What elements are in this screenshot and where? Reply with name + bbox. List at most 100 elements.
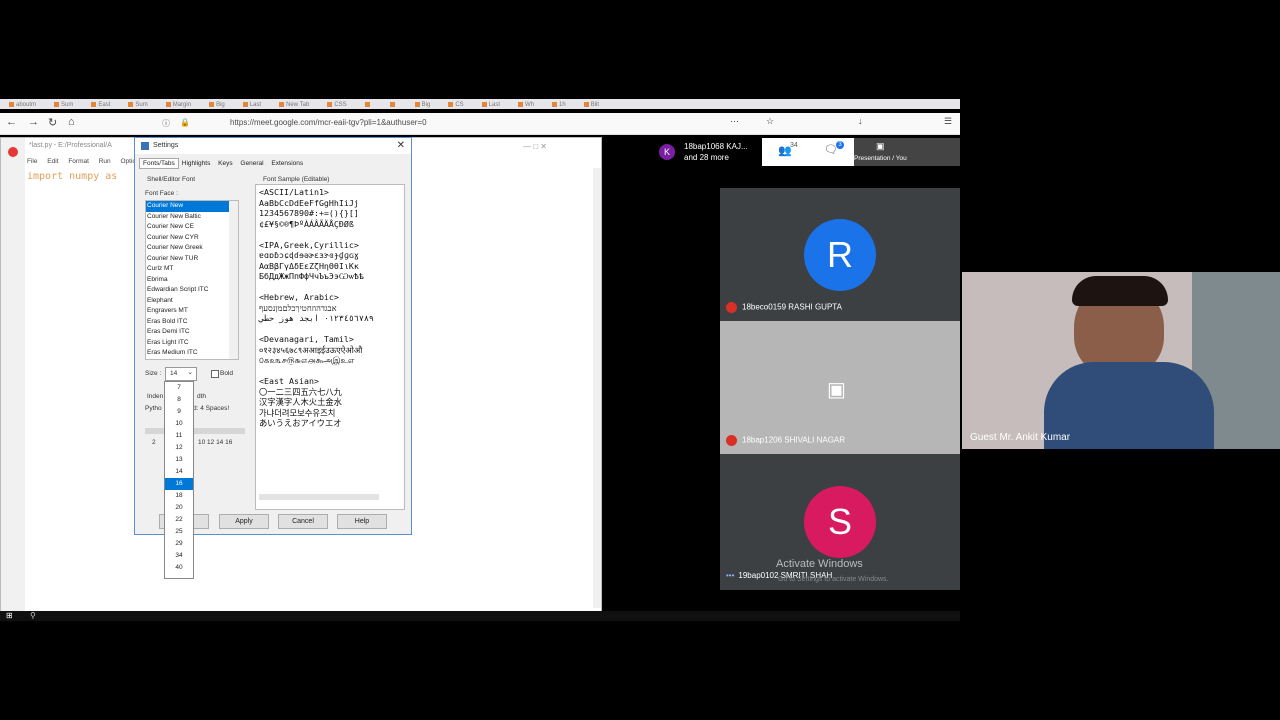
browser-tab[interactable]: CS [439, 101, 472, 108]
menu-format[interactable]: Format [68, 158, 89, 165]
forward-icon[interactable]: → [28, 116, 39, 128]
back-icon[interactable]: ← [6, 116, 17, 128]
size-option[interactable]: 14 [165, 466, 193, 478]
font-sample-box[interactable]: <ASCII/Latin1> AaBbCcDdEeFfGgHhIiJj 1234… [255, 184, 405, 510]
font-sample-text[interactable]: <ASCII/Latin1> AaBbCcDdEeFfGgHhIiJj 1234… [256, 185, 404, 431]
sample-h-scrollbar[interactable] [259, 494, 379, 500]
participant-name: 18beco0159 RASHI GUPTA [742, 302, 842, 312]
size-option[interactable]: 7 [165, 382, 193, 394]
indent-label-tail: dth [197, 393, 207, 400]
size-option[interactable]: 40 [165, 562, 193, 574]
browser-tab[interactable]: Last [234, 101, 270, 108]
browser-tab[interactable]: Wh [509, 101, 543, 108]
browser-tab[interactable] [381, 101, 406, 108]
size-option[interactable]: 12 [165, 442, 193, 454]
participant-tile-smriti[interactable]: S Activate Windows ••• 19bap0102 SMRITI S… [720, 454, 960, 590]
menu-run[interactable]: Run [99, 158, 111, 165]
browser-nav-bar: ← → ↻ ⌂ 🔒 ⓘ https://meet.google.com/mcr-… [0, 113, 960, 135]
font-item[interactable]: Ebrima [146, 275, 238, 286]
browser-tab[interactable]: Last [473, 101, 509, 108]
browser-tab[interactable]: aboutm [0, 101, 45, 108]
browser-tab[interactable]: Sum [45, 101, 82, 108]
tab-fonts-tabs[interactable]: Fonts/Tabs [139, 158, 179, 169]
size-option[interactable]: 22 [165, 514, 193, 526]
browser-tab[interactable]: Blit [575, 101, 608, 108]
indent-slider[interactable] [145, 428, 245, 434]
editor-scrollbar[interactable] [593, 168, 601, 608]
bookmark-star-icon[interactable]: ☆ [766, 116, 774, 127]
reload-icon[interactable]: ↻ [48, 116, 57, 129]
font-item[interactable]: Edwardian Script ITC [146, 285, 238, 296]
size-option[interactable]: 8 [165, 394, 193, 406]
browser-tab[interactable]: CSS [318, 101, 355, 108]
font-item[interactable]: Eras Demi ITC [146, 327, 238, 338]
font-item[interactable]: Elephant [146, 296, 238, 307]
font-item[interactable]: Eras Light ITC [146, 338, 238, 349]
browser-tab[interactable]: Margin [157, 101, 200, 108]
cancel-button[interactable]: Cancel [278, 514, 328, 529]
size-option[interactable]: 29 [165, 538, 193, 550]
help-button[interactable]: Help [337, 514, 387, 529]
font-item[interactable]: Curlz MT [146, 264, 238, 275]
close-icon[interactable]: ✕ [397, 140, 405, 151]
participant-tile-rashi[interactable]: R 18beco0159 RASHI GUPTA [720, 188, 960, 321]
font-item[interactable]: Eras Bold ITC [146, 317, 238, 328]
home-icon[interactable]: ⌂ [68, 116, 75, 128]
tab-favicon-icon [552, 101, 558, 107]
participant-name: 18bap1206 SHIVALI NAGAR [742, 435, 846, 445]
font-item[interactable]: Courier New CE [146, 222, 238, 233]
participants-chip[interactable]: K 18bap1068 KAJ... and 28 more [656, 141, 756, 165]
browser-tab[interactable]: Big [406, 101, 440, 108]
font-list-scrollbar[interactable] [229, 201, 238, 359]
size-option[interactable]: 34 [165, 550, 193, 562]
search-icon[interactable]: ⚲ [30, 611, 36, 620]
idle-icon [141, 142, 149, 150]
participant-tile-shivali[interactable]: ▣ 18bap1206 SHIVALI NAGAR [720, 321, 960, 454]
size-option[interactable]: 9 [165, 406, 193, 418]
font-item[interactable]: Courier New Baltic [146, 212, 238, 223]
tab-favicon-icon [327, 101, 333, 107]
size-option-selected[interactable]: 16 [165, 478, 193, 490]
browser-tab[interactable]: Sum [119, 101, 156, 108]
code-text[interactable]: import numpy as [27, 171, 117, 182]
tab-general[interactable]: General [237, 159, 266, 168]
tab-keys[interactable]: Keys [215, 159, 235, 168]
font-item[interactable]: Eras Medium ITC [146, 348, 238, 359]
tab-highlights[interactable]: Highlights [179, 159, 214, 168]
size-option[interactable]: 13 [165, 454, 193, 466]
menu-file[interactable]: File [27, 158, 37, 165]
browser-tab[interactable]: 1h [543, 101, 575, 108]
size-select[interactable]: 14 ⌄ [165, 367, 197, 381]
font-item[interactable]: Courier New TUR [146, 254, 238, 265]
site-info-icon[interactable]: ⓘ [162, 118, 170, 129]
url-field[interactable]: https://meet.google.com/mcr-eaii-tgv?pli… [230, 118, 427, 127]
size-option[interactable]: 11 [165, 430, 193, 442]
browser-tab[interactable]: East [82, 101, 119, 108]
font-item[interactable]: Engravers MT [146, 306, 238, 317]
presentation-tile[interactable]: ▣ Presentation / You [854, 138, 960, 166]
tab-favicon-icon [481, 101, 487, 107]
bold-checkbox[interactable] [211, 370, 219, 378]
tab-extensions[interactable]: Extensions [268, 159, 306, 168]
sample-label: Font Sample (Editable) [263, 176, 330, 183]
size-option[interactable]: 10 [165, 418, 193, 430]
menu-icon[interactable]: ☰ [944, 116, 952, 127]
browser-tab[interactable]: Big [200, 101, 234, 108]
apply-button[interactable]: Apply [219, 514, 269, 529]
size-option[interactable]: 20 [165, 502, 193, 514]
size-option[interactable]: 25 [165, 526, 193, 538]
font-item-selected[interactable]: Courier New [146, 201, 238, 212]
download-icon[interactable]: ↓ [858, 116, 863, 126]
browser-tab-strip[interactable]: aboutm Sum East Sum Margin Big Last New Tab CSS B… [0, 99, 960, 109]
page-actions-icon[interactable]: ⋯ [730, 116, 739, 127]
font-list[interactable]: Courier New Courier New Baltic Courier N… [145, 200, 239, 360]
browser-tab[interactable]: New Tab [270, 101, 318, 108]
font-item[interactable]: Courier New CYR [146, 233, 238, 244]
size-option[interactable]: 18 [165, 490, 193, 502]
font-item[interactable]: Courier New Greek [146, 243, 238, 254]
windows-start-icon[interactable]: ⊞ [6, 611, 13, 620]
menu-edit[interactable]: Edit [47, 158, 58, 165]
editor-window-controls[interactable]: — □ ✕ [523, 142, 547, 151]
browser-tab[interactable] [356, 101, 381, 108]
size-dropdown-list[interactable]: 7 8 9 10 11 12 13 14 16 18 20 22 25 29 3… [164, 381, 194, 579]
